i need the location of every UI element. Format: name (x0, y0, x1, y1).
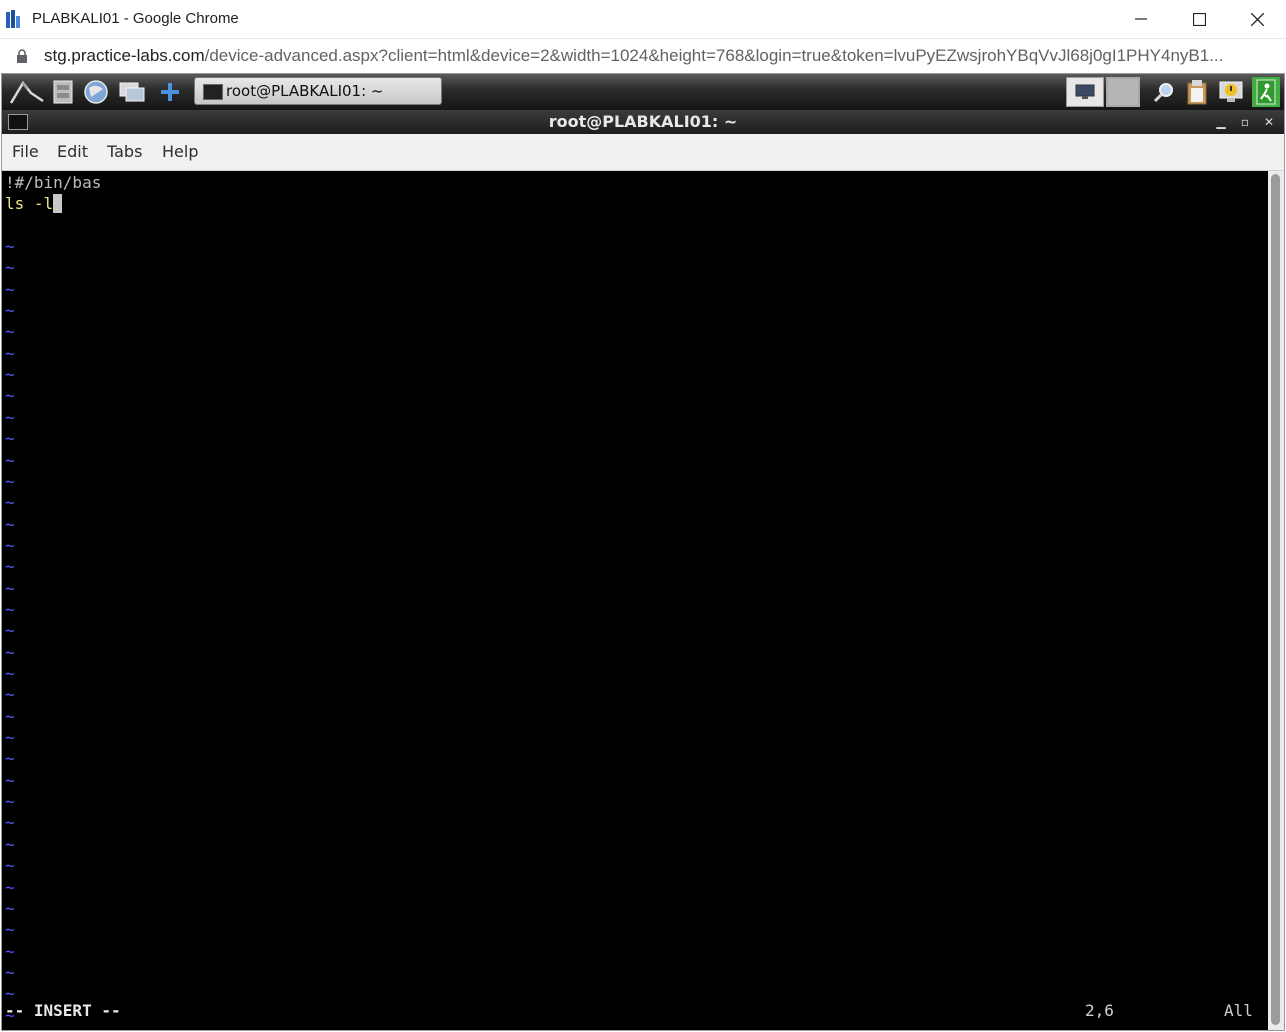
empty-line-tilde: ~ (5, 301, 15, 321)
empty-line-tilde: ~ (5, 1005, 15, 1025)
vim-mode-indicator: -- INSERT -- (5, 1001, 121, 1020)
kali-dragon-icon (9, 80, 44, 104)
menu-edit[interactable]: Edit (57, 142, 88, 161)
empty-line-tilde: ~ (5, 941, 15, 961)
display-icon (1075, 84, 1095, 99)
terminal-minimize-icon[interactable]: ▁ (1212, 113, 1230, 131)
taskbar-terminal-label: root@PLABKALI01: ~ (226, 82, 384, 100)
notification-icon (1219, 81, 1243, 102)
editor-line-2: ls -l (5, 194, 63, 214)
lock-icon (17, 49, 27, 63)
empty-line-tilde: ~ (5, 877, 15, 897)
show-desktop-icon (119, 82, 145, 102)
cursor-position: 2,6 (1085, 1001, 1114, 1020)
empty-line-tilde: ~ (5, 429, 15, 449)
practice-labs-favicon-icon (6, 10, 20, 28)
empty-line-tilde: ~ (5, 770, 15, 790)
empty-line-tilde: ~ (5, 279, 15, 299)
web-browser-icon (84, 80, 108, 104)
clipboard-tray-button[interactable] (1182, 77, 1212, 107)
empty-line-tilde: ~ (5, 343, 15, 363)
empty-line-tilde: ~ (5, 322, 15, 342)
search-icon (1153, 83, 1173, 103)
browser-window-title: PLABKALI01 - Google Chrome (32, 10, 239, 27)
editor-line-2-text: ls -l (5, 194, 54, 213)
add-launcher-button[interactable] (155, 78, 185, 106)
menu-tabs[interactable]: Tabs (107, 142, 142, 161)
terminal-menubar: File Edit Tabs Help (2, 134, 1284, 171)
top-panel: root@PLABKALI01: ~ (2, 74, 1284, 110)
empty-line-tilde: ~ (5, 386, 15, 406)
menu-file[interactable]: File (12, 142, 39, 161)
close-icon (1250, 12, 1264, 26)
empty-line-tilde: ~ (5, 962, 15, 982)
terminal-icon (203, 84, 223, 100)
empty-line-tilde: ~ (5, 984, 15, 1004)
terminal-window-title: root@PLABKALI01: ~ (548, 112, 738, 131)
terminal-maximize-icon[interactable]: ▫ (1236, 113, 1254, 131)
empty-line-tilde: ~ (5, 642, 15, 662)
scroll-position: All (1224, 1001, 1253, 1020)
empty-line-tilde: ~ (5, 258, 15, 278)
terminal-title-bar: root@PLABKALI01: ~ ▁ ▫ ✕ (2, 110, 1284, 134)
empty-line-tilde: ~ (5, 621, 15, 641)
empty-line-tilde: ~ (5, 856, 15, 876)
maximize-button[interactable] (1170, 0, 1228, 38)
logout-icon (1256, 79, 1276, 105)
empty-line-tilde: ~ (5, 514, 15, 534)
workspace-switcher-icon (1108, 79, 1138, 105)
empty-line-tilde: ~ (5, 471, 15, 491)
add-launcher-icon (161, 83, 179, 101)
maximize-icon (1192, 12, 1206, 26)
empty-line-tilde: ~ (5, 834, 15, 854)
empty-line-tilde: ~ (5, 664, 15, 683)
empty-line-tilde: ~ (5, 578, 15, 598)
empty-line-tilde: ~ (5, 599, 15, 619)
terminal-close-icon[interactable]: ✕ (1260, 113, 1278, 131)
applications-menu-button[interactable] (8, 78, 46, 106)
show-desktop-launcher[interactable] (117, 78, 147, 106)
scrollbar-thumb[interactable] (1271, 174, 1280, 1025)
empty-line-tilde: ~ (5, 898, 15, 918)
empty-line-tilde: ~ (5, 450, 15, 470)
workspace-switcher[interactable] (1106, 77, 1140, 107)
empty-line-tilde: ~ (5, 728, 15, 748)
empty-line-tilde: ~ (5, 706, 15, 726)
empty-line-tilde: ~ (5, 813, 15, 833)
file-manager-icon (53, 80, 73, 104)
editor-line-1: !#/bin/bas (5, 173, 102, 192)
clipboard-icon (1187, 80, 1207, 105)
browser-title-bar: PLABKALI01 - Google Chrome (0, 0, 1286, 39)
minimize-button[interactable] (1112, 0, 1170, 38)
logout-tray-button[interactable] (1252, 77, 1280, 107)
empty-line-tilde: ~ (5, 749, 15, 769)
url-text[interactable]: stg.practice-labs.com/device-advanced.as… (44, 46, 1223, 66)
empty-line-tilde: ~ (5, 535, 15, 555)
empty-line-tilde: ~ (5, 493, 15, 513)
empty-line-tilde: ~ (5, 365, 15, 385)
web-browser-launcher[interactable] (81, 78, 111, 106)
terminal-scrollbar[interactable] (1268, 171, 1284, 1030)
remote-desktop[interactable]: root@PLABKALI01: ~ root@PLABKALI01: ~ ▁ … (1, 73, 1285, 1031)
empty-line-tilde: ~ (5, 407, 15, 427)
notification-tray-button[interactable] (1216, 77, 1246, 107)
search-tray-button[interactable] (1150, 77, 1178, 107)
empty-line-tilde: ~ (5, 792, 15, 812)
minimize-icon (1135, 18, 1147, 20)
text-cursor (53, 194, 63, 213)
empty-line-tilde: ~ (5, 557, 15, 577)
empty-line-tilde: ~ (5, 920, 15, 940)
terminal-content[interactable]: !#/bin/bas ls -l -- INSERT -- 2,6 All ~ ~… (2, 171, 1268, 1030)
display-tray-button[interactable] (1066, 77, 1104, 107)
empty-line-tilde: ~ (5, 685, 15, 705)
menu-help[interactable]: Help (162, 142, 198, 161)
address-bar[interactable]: stg.practice-labs.com/device-advanced.as… (0, 39, 1286, 73)
close-button[interactable] (1228, 0, 1286, 38)
taskbar-terminal-button[interactable]: root@PLABKALI01: ~ (194, 77, 442, 105)
file-manager-launcher[interactable] (48, 78, 78, 106)
empty-line-tilde: ~ (5, 237, 15, 256)
